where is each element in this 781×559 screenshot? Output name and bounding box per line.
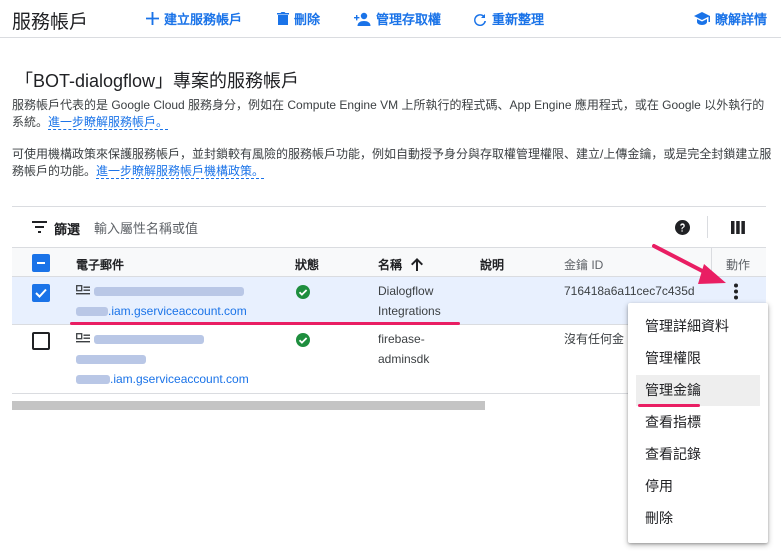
menu-item-manage-permissions[interactable]: 管理權限 xyxy=(628,343,768,374)
arrow-up-icon xyxy=(411,258,424,271)
annotation-arrow-icon xyxy=(652,244,726,284)
check-icon xyxy=(35,288,47,298)
menu-item-disable[interactable]: 停用 xyxy=(628,471,768,502)
name-line-1: Dialogflow xyxy=(378,284,434,298)
help-icon[interactable] xyxy=(675,220,690,235)
horizontal-scrollbar[interactable] xyxy=(12,401,485,410)
email-domain: .iam.gserviceaccount.com xyxy=(110,372,249,386)
filter-icon[interactable] xyxy=(32,221,47,233)
email-line-3[interactable]: .iam.gserviceaccount.com xyxy=(76,369,286,389)
email-cell[interactable]: .iam.gserviceaccount.com xyxy=(76,329,286,389)
trash-icon xyxy=(277,11,289,25)
header-status[interactable]: 狀態 xyxy=(295,256,319,273)
email-line-redacted xyxy=(76,349,286,369)
email-cell[interactable]: .iam.gserviceaccount.com xyxy=(76,281,286,321)
name-line-1: firebase- xyxy=(378,332,425,346)
refresh-label: 重新整理 xyxy=(492,12,545,27)
name-line-2: adminsdk xyxy=(378,352,430,366)
check-circle-icon xyxy=(296,285,310,299)
person-add-icon xyxy=(354,12,371,26)
actions-menu: 管理詳細資料 管理權限 管理金鑰 查看指標 查看記錄 停用 刪除 xyxy=(628,303,768,543)
section-title: 「BOT-dialogflow」專案的服務帳戶 xyxy=(15,71,300,91)
name-line-2: Integrations xyxy=(378,304,441,318)
school-icon xyxy=(694,12,710,25)
check-circle-icon xyxy=(296,333,310,347)
header-email[interactable]: 電子郵件 xyxy=(76,256,124,273)
key-id-cell: 沒有任何金 xyxy=(564,332,625,346)
toolbar-divider xyxy=(707,216,708,238)
page-title: 服務帳戶 xyxy=(12,12,89,33)
redacted-email xyxy=(76,355,146,365)
column-display-icon[interactable] xyxy=(731,221,745,234)
row-checkbox[interactable] xyxy=(32,332,50,350)
header-description[interactable]: 說明 xyxy=(480,256,504,273)
menu-item-manage-details[interactable]: 管理詳細資料 xyxy=(628,311,768,342)
redacted-email xyxy=(76,307,108,317)
menu-item-delete[interactable]: 刪除 xyxy=(628,503,768,534)
annotation-underline-email xyxy=(70,322,460,325)
description-paragraph-2: 可使用機構政策來保護服務帳戶，並封鎖較有風險的服務帳戶功能，例如自動授予身分與存… xyxy=(12,146,772,180)
delete-button[interactable]: 刪除 xyxy=(277,9,320,28)
email-line-2[interactable]: .iam.gserviceaccount.com xyxy=(76,301,286,321)
create-service-account-button[interactable]: 建立服務帳戶 xyxy=(146,9,242,28)
delete-label: 刪除 xyxy=(294,12,321,27)
plus-icon xyxy=(146,12,159,25)
email-domain: .iam.gserviceaccount.com xyxy=(108,304,247,318)
learn-org-policy-link[interactable]: 進一步瞭解服務帳戶機構政策。 xyxy=(96,164,265,179)
badge-icon xyxy=(76,285,90,295)
filter-input[interactable] xyxy=(92,217,496,239)
indeterminate-mark xyxy=(37,262,45,264)
select-all-checkbox[interactable] xyxy=(32,254,50,272)
refresh-icon xyxy=(474,13,486,26)
header-name-label: 名稱 xyxy=(378,258,403,272)
annotation-underline-manage-keys xyxy=(638,404,700,407)
menu-item-manage-keys[interactable]: 管理金鑰 xyxy=(636,375,760,406)
name-cell: Dialogflow Integrations xyxy=(378,281,441,321)
email-line-1 xyxy=(76,329,286,349)
header-name[interactable]: 名稱 xyxy=(378,256,424,273)
learn-more-button[interactable]: 瞭解詳情 xyxy=(694,9,767,28)
redacted-email xyxy=(94,335,204,345)
email-line-1 xyxy=(76,281,286,301)
menu-item-view-logs[interactable]: 查看記錄 xyxy=(628,439,768,470)
description-paragraph-1: 服務帳戶代表的是 Google Cloud 服務身分，例如在 Compute E… xyxy=(12,97,772,131)
refresh-button[interactable]: 重新整理 xyxy=(473,9,544,28)
learn-more-label: 瞭解詳情 xyxy=(715,12,768,27)
row-checkbox[interactable] xyxy=(32,284,50,302)
top-bar: 服務帳戶 建立服務帳戶 刪除 管理存取權 重新整理 瞭解詳情 xyxy=(0,0,781,38)
manage-access-button[interactable]: 管理存取權 xyxy=(354,9,441,28)
redacted-email xyxy=(76,375,110,385)
filter-label: 篩選 xyxy=(54,222,81,237)
header-key-id[interactable]: 金鑰 ID xyxy=(564,256,603,273)
redacted-email xyxy=(94,287,244,297)
menu-item-view-metrics[interactable]: 查看指標 xyxy=(628,407,768,438)
badge-icon xyxy=(76,333,90,343)
learn-service-accounts-link[interactable]: 進一步瞭解服務帳戶。 xyxy=(48,115,169,130)
manage-access-label: 管理存取權 xyxy=(376,12,442,27)
name-cell: firebase- adminsdk xyxy=(378,329,429,369)
create-label: 建立服務帳戶 xyxy=(164,12,243,27)
